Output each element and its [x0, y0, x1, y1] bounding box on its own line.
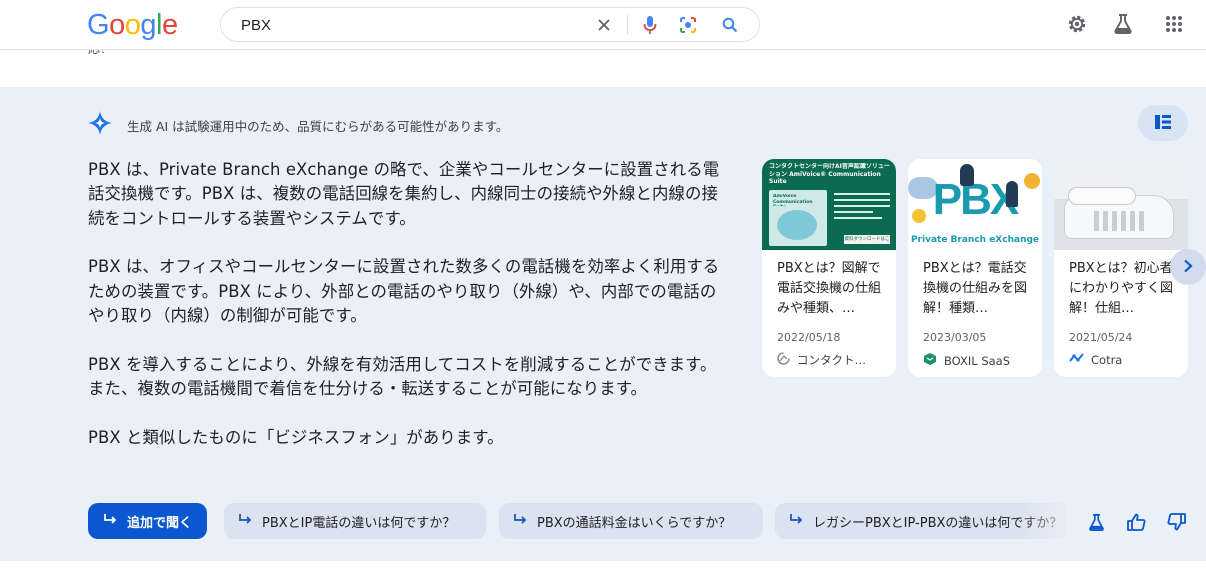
top-bar: Google [0, 0, 1206, 50]
card-source: BOXIL SaaS [923, 352, 1010, 369]
answer-paragraph: PBX は、オフィスやコールセンターに設置された数多くの電話機を効率よく利用する… [88, 257, 720, 325]
card-thumbnail: PBX Private Branch eXchange [908, 159, 1042, 250]
sparkle-icon [87, 110, 113, 140]
ai-disclaimer: 生成 AI は試験運用中のため、品質にむらがある可能性があります。 [87, 110, 508, 140]
source-card[interactable]: PBX Private Branch eXchange PBXとは？電話交換機の… [908, 159, 1042, 377]
search-divider [627, 15, 628, 35]
thumb-badge: AmiVoice Communication Suite [773, 194, 813, 206]
gear-icon[interactable] [1064, 11, 1090, 37]
card-thumbnail: コンタクトセンター向けAI音声認識ソリューション AmiVoice® Commu… [762, 159, 896, 250]
thumb-brochure: AmiVoice Communication Suite [769, 190, 827, 246]
answer-paragraph: PBX は、Private Branch eXchange の略で、企業やコール… [88, 160, 720, 228]
reply-arrow-icon [789, 513, 804, 530]
thumbs-up-icon[interactable] [1125, 511, 1147, 533]
thumb-heading: コンタクトセンター向けAI音声認識ソリューション AmiVoice® Commu… [769, 163, 890, 185]
microphone-icon[interactable] [639, 14, 661, 36]
ai-overview-panel: 生成 AI は試験運用中のため、品質にむらがある可能性があります。 PBX は、… [0, 87, 1206, 561]
suggestion-chip[interactable]: PBXの通話料金はいくらですか？ [499, 503, 763, 539]
logo-letter: G [87, 9, 110, 41]
page-bottom [0, 561, 1206, 581]
google-logo[interactable]: Google [87, 9, 178, 42]
thumb-keypad [1094, 211, 1144, 231]
layout-icon [1155, 114, 1171, 133]
suggestion-chip[interactable]: PBXとIP電話の違いは何ですか？ [224, 503, 486, 539]
card-title: PBXとは？図解で電話交換機の仕組みや種類、… [777, 261, 882, 316]
logo-letter: g [140, 9, 156, 41]
search-box [220, 7, 760, 42]
followup-label: 追加で聞く [127, 515, 193, 531]
card-title: PBXとは？電話交換機の仕組みを図解！種類… [923, 261, 1028, 316]
search-icon[interactable] [719, 14, 741, 36]
source-card[interactable]: コンタクトセンター向けAI音声認識ソリューション AmiVoice® Commu… [762, 159, 896, 377]
ai-answer: PBX は、Private Branch eXchange の略で、企業やコール… [88, 158, 728, 450]
reply-arrow-icon [238, 513, 253, 530]
card-source: コンタクト… [777, 352, 866, 368]
thumb-handset [1068, 187, 1136, 205]
carousel-next-button[interactable] [1170, 249, 1206, 285]
card-title: PBXとは？初心者にわかりやすく図解！仕組… [1069, 261, 1174, 316]
apps-grid-icon[interactable] [1161, 11, 1187, 37]
card-date: 2023/03/05 [923, 331, 987, 344]
source-name: Cotra [1091, 352, 1123, 367]
card-source: Cotra [1069, 352, 1122, 367]
logo-letter: o [124, 9, 141, 41]
thumb-chart [1024, 173, 1040, 189]
ask-followup-button[interactable]: 追加で聞く [88, 503, 208, 539]
reply-arrow-icon [513, 513, 528, 530]
card-date: 2022/05/18 [777, 331, 841, 344]
disclaimer-text: 生成 AI は試験運用中のため、品質にむらがある可能性があります。 [127, 118, 509, 134]
suggestion-text: PBXとIP電話の違いは何ですか？ [262, 515, 456, 531]
thumb-person [1006, 181, 1018, 207]
flask-icon[interactable] [1110, 11, 1136, 37]
boxil-logo-icon [923, 352, 937, 369]
lens-icon[interactable] [677, 14, 699, 36]
cotra-logo-icon [1069, 352, 1084, 367]
source-name: コンタクト… [797, 353, 866, 367]
card-date: 2021/05/24 [1069, 331, 1133, 344]
source-favicon-icon [777, 352, 790, 368]
flask-icon[interactable] [1085, 511, 1107, 533]
thumb-gear [912, 209, 926, 223]
close-icon[interactable] [593, 14, 615, 36]
layout-toggle-button[interactable] [1138, 105, 1188, 141]
thumb-text-lines [834, 193, 890, 229]
source-name: BOXIL SaaS [944, 353, 1011, 368]
chip-fade-overlay [1020, 497, 1080, 545]
thumb-caption: Private Branch eXchange [910, 235, 1040, 245]
thumb-graphic [777, 210, 817, 240]
thumb-button: 資料ダウンロードはこちら [844, 235, 890, 244]
source-card[interactable]: PBXとは？初心者にわかりやすく図解！仕組… 2021/05/24 Cotra [1054, 159, 1188, 377]
answer-paragraph: PBX を導入することにより、外線を有効活用してコストを削減することができます。… [88, 354, 717, 399]
thumb-person [960, 164, 974, 186]
chevron-right-icon [1183, 258, 1193, 277]
search-input[interactable] [241, 14, 581, 36]
logo-letter: o [109, 9, 125, 41]
suggestion-text: PBXの通話料金はいくらですか？ [537, 515, 732, 531]
thumbs-down-icon[interactable] [1165, 511, 1187, 533]
card-thumbnail [1054, 159, 1188, 250]
reply-arrow-icon [103, 513, 118, 530]
answer-paragraph: PBX と類似したものに「ビジネスフォン」があります。 [88, 427, 504, 447]
logo-letter: e [161, 9, 178, 41]
